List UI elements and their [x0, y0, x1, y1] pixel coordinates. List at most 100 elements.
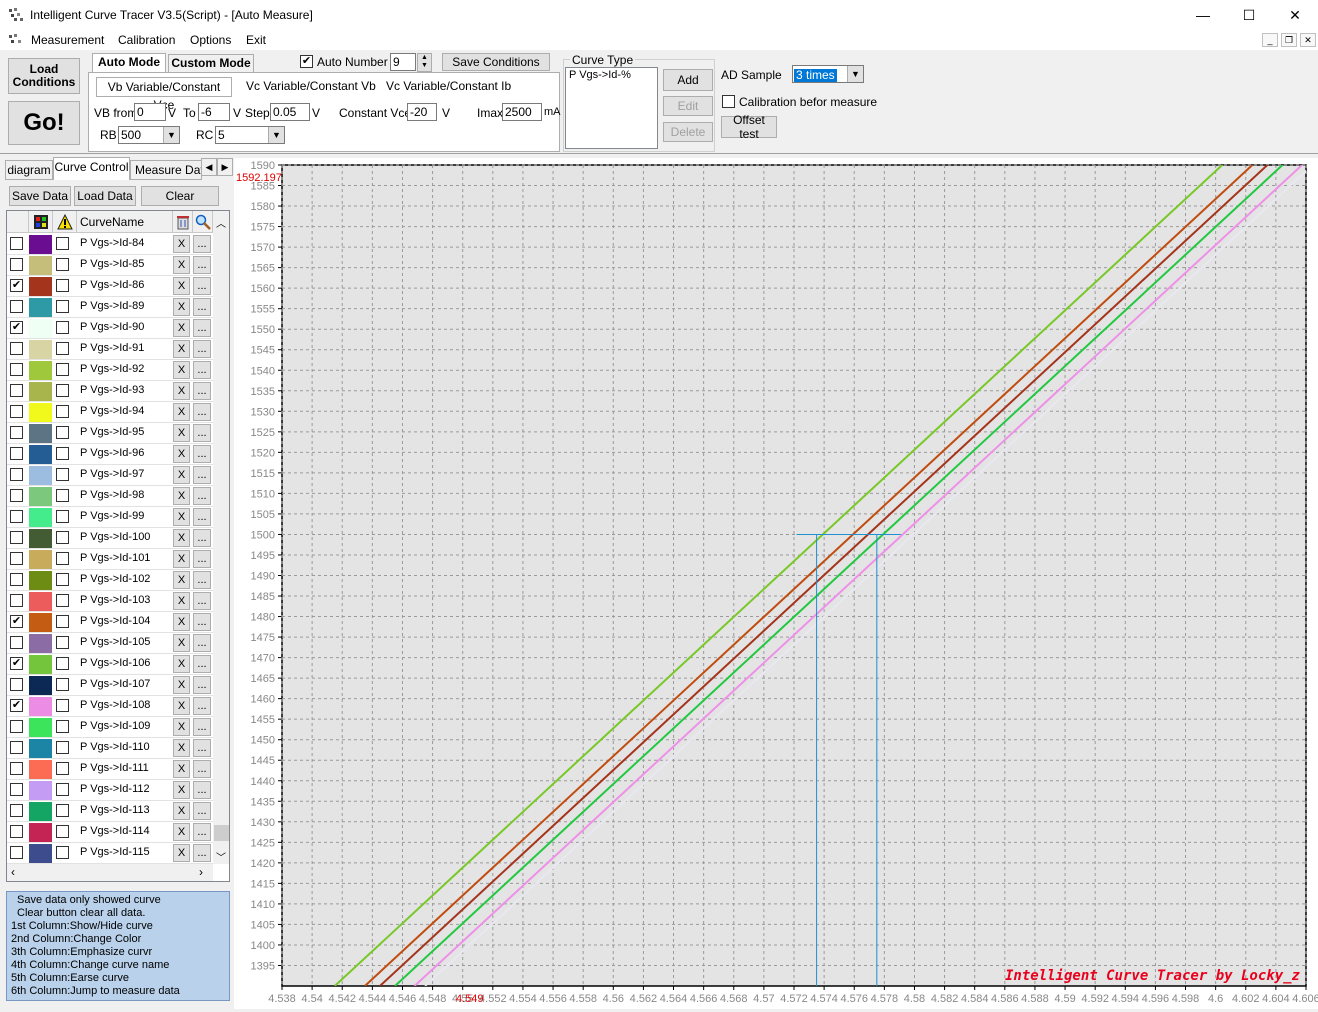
show-curve-checkbox[interactable] [10, 384, 23, 397]
jump-to-data-button[interactable]: ... [193, 235, 211, 253]
jump-to-data-button[interactable]: ... [193, 823, 211, 841]
show-curve-checkbox[interactable] [10, 363, 23, 376]
save-data-button[interactable]: Save Data [9, 186, 71, 206]
show-curve-checkbox[interactable] [10, 846, 23, 859]
show-curve-checkbox[interactable] [10, 594, 23, 607]
curve-row[interactable]: P Vgs->Id-97 X... [7, 465, 213, 486]
curve-name[interactable]: P Vgs->Id-100 [80, 531, 150, 543]
emphasize-checkbox[interactable] [56, 363, 69, 376]
show-curve-checkbox[interactable] [10, 489, 23, 502]
curve-row[interactable]: P Vgs->Id-89 X... [7, 297, 213, 318]
erase-curve-button[interactable]: X [173, 529, 190, 547]
curve-name[interactable]: P Vgs->Id-114 [80, 825, 150, 837]
show-curve-checkbox[interactable] [10, 300, 23, 313]
close-button[interactable]: ✕ [1272, 0, 1318, 30]
curve-row[interactable]: P Vgs->Id-107 X... [7, 675, 213, 696]
jump-to-data-button[interactable]: ... [193, 697, 211, 715]
emphasize-checkbox[interactable] [56, 846, 69, 859]
curve-color-swatch[interactable] [29, 466, 52, 485]
emphasize-checkbox[interactable] [56, 510, 69, 523]
curve-color-swatch[interactable] [29, 571, 52, 590]
curve-color-swatch[interactable] [29, 802, 52, 821]
rb-select[interactable]: 500 ▼ [118, 126, 180, 144]
auto-number-spinner[interactable]: ▲ ▼ [417, 53, 432, 72]
jump-to-data-button[interactable]: ... [193, 739, 211, 757]
curve-color-swatch[interactable] [29, 739, 52, 758]
curve-row[interactable]: P Vgs->Id-110 X... [7, 738, 213, 759]
curve-color-swatch[interactable] [29, 256, 52, 275]
emphasize-checkbox[interactable] [56, 279, 69, 292]
show-curve-checkbox[interactable]: ✔ [10, 657, 23, 670]
erase-curve-button[interactable]: X [173, 823, 190, 841]
show-curve-checkbox[interactable] [10, 678, 23, 691]
tab-custom-mode[interactable]: Custom Mode [168, 54, 254, 73]
curve-color-swatch[interactable] [29, 718, 52, 737]
curve-name[interactable]: P Vgs->Id-90 [80, 321, 144, 333]
jump-to-data-button[interactable]: ... [193, 613, 211, 631]
calibration-checkbox[interactable] [722, 95, 735, 108]
curve-color-swatch[interactable] [29, 319, 52, 338]
curve-color-swatch[interactable] [29, 277, 52, 296]
curve-color-swatch[interactable] [29, 382, 52, 401]
scrollbar-thumb[interactable] [214, 825, 229, 841]
curve-row[interactable]: P Vgs->Id-102 X... [7, 570, 213, 591]
curve-name[interactable]: P Vgs->Id-103 [80, 594, 150, 606]
show-curve-checkbox[interactable] [10, 741, 23, 754]
go-button[interactable]: Go! [8, 101, 80, 145]
jump-to-data-button[interactable]: ... [193, 424, 211, 442]
erase-curve-button[interactable]: X [173, 277, 190, 295]
jump-to-data-button[interactable]: ... [193, 487, 211, 505]
emphasize-checkbox[interactable] [56, 468, 69, 481]
chevron-down-icon[interactable]: ﹀ [216, 849, 226, 864]
ad-sample-select[interactable]: 3 times ▼ [792, 65, 864, 83]
jump-to-data-button[interactable]: ... [193, 529, 211, 547]
curve-grid[interactable]: CurveName P Vgs->Id-84 X... P Vgs->Id-85 X.… [6, 210, 230, 882]
emphasize-checkbox[interactable] [56, 531, 69, 544]
menu-exit[interactable]: Exit [246, 33, 266, 47]
emphasize-checkbox[interactable] [56, 636, 69, 649]
emphasize-checkbox[interactable] [56, 720, 69, 733]
curve-color-swatch[interactable] [29, 403, 52, 422]
show-curve-checkbox[interactable] [10, 447, 23, 460]
emphasize-checkbox[interactable] [56, 405, 69, 418]
curve-color-swatch[interactable] [29, 655, 52, 674]
jump-to-data-button[interactable]: ... [193, 340, 211, 358]
auto-number-checkbox[interactable]: ✔ [300, 55, 313, 68]
emphasize-checkbox[interactable] [56, 804, 69, 817]
clear-button[interactable]: Clear [141, 186, 219, 206]
curve-row[interactable]: P Vgs->Id-84 X... [7, 234, 213, 255]
jump-to-data-button[interactable]: ... [193, 802, 211, 820]
minimize-button[interactable]: — [1180, 0, 1226, 30]
curve-row[interactable]: P Vgs->Id-91 X... [7, 339, 213, 360]
emphasize-checkbox[interactable] [56, 426, 69, 439]
erase-curve-button[interactable]: X [173, 802, 190, 820]
erase-curve-button[interactable]: X [173, 256, 190, 274]
menu-calibration[interactable]: Calibration [118, 33, 175, 47]
emphasize-checkbox[interactable] [56, 342, 69, 355]
erase-curve-button[interactable]: X [173, 613, 190, 631]
curve-name[interactable]: P Vgs->Id-109 [80, 720, 150, 732]
curve-name[interactable]: P Vgs->Id-105 [80, 636, 150, 648]
horizontal-scrollbar[interactable]: ‹ › [7, 864, 213, 881]
show-curve-checkbox[interactable] [10, 426, 23, 439]
chevron-up-icon[interactable]: ︿ [216, 215, 226, 230]
menu-measurement[interactable]: Measurement [31, 33, 104, 47]
show-curve-checkbox[interactable] [10, 720, 23, 733]
curve-row[interactable]: P Vgs->Id-85 X... [7, 255, 213, 276]
auto-number-input[interactable]: 9 [390, 53, 416, 71]
curve-row[interactable]: P Vgs->Id-101 X... [7, 549, 213, 570]
curve-name[interactable]: P Vgs->Id-91 [80, 342, 144, 354]
curve-color-swatch[interactable] [29, 424, 52, 443]
emphasize-checkbox[interactable] [56, 489, 69, 502]
emphasize-checkbox[interactable] [56, 237, 69, 250]
erase-curve-button[interactable]: X [173, 424, 190, 442]
show-curve-checkbox[interactable] [10, 762, 23, 775]
mdi-minimize-button[interactable]: _ [1262, 33, 1278, 47]
curve-name[interactable]: P Vgs->Id-98 [80, 489, 144, 501]
curve-name[interactable]: P Vgs->Id-101 [80, 552, 150, 564]
curve-color-swatch[interactable] [29, 844, 52, 863]
jump-to-data-button[interactable]: ... [193, 403, 211, 421]
imax-input[interactable]: 2500 [502, 103, 542, 121]
edit-button[interactable]: Edit [663, 96, 713, 116]
emphasize-checkbox[interactable] [56, 657, 69, 670]
